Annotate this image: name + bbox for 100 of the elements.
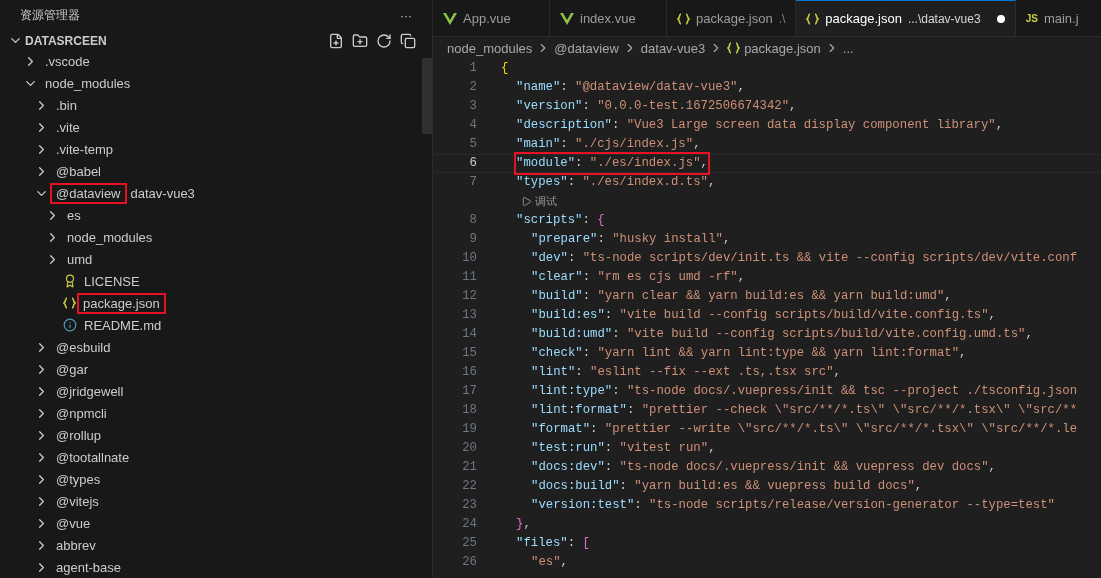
line-number: 21 <box>461 459 478 476</box>
folder-item[interactable]: @dataview datav-vue3 <box>0 182 432 204</box>
folder-item[interactable]: @vitejs <box>0 490 432 512</box>
js-label: JS <box>1025 13 1038 24</box>
code-line: "check": "yarn lint && yarn lint:type && yarn lint:format", <box>531 345 967 362</box>
item-label: node_modules <box>66 229 154 245</box>
folder-item[interactable]: @jridgewell <box>0 380 432 402</box>
vue-icon <box>560 12 574 25</box>
ribbon-icon <box>63 274 77 288</box>
code-line: "lint": "eslint --fix --ext .ts,.tsx src", <box>531 364 841 381</box>
line-number: 10 <box>461 250 478 267</box>
line-number: 20 <box>461 440 478 457</box>
line-number: 11 <box>461 269 478 286</box>
breadcrumb-item[interactable]: package.json <box>744 40 821 56</box>
folder-item[interactable]: @npmcli <box>0 402 432 424</box>
line-number: 16 <box>461 364 478 381</box>
folder-item[interactable]: umd <box>0 248 432 270</box>
new-folder-icon[interactable] <box>352 32 368 49</box>
folder-item[interactable]: @tootallnate <box>0 446 432 468</box>
line-number: 6 <box>468 155 478 172</box>
code-line: "es", <box>531 554 568 571</box>
item-label: .vscode <box>44 53 91 69</box>
vue-icon <box>443 12 457 25</box>
more-actions[interactable]: ··· <box>400 8 412 23</box>
item-label: package.json <box>80 295 163 311</box>
line-number: 17 <box>461 383 478 400</box>
codelens-link[interactable]: 调试 <box>521 192 557 211</box>
breadcrumb-item[interactable]: datav-vue3 <box>640 40 706 56</box>
folder-item[interactable]: @babel <box>0 160 432 182</box>
new-file-icon[interactable] <box>328 32 344 49</box>
refresh-icon[interactable] <box>376 32 392 49</box>
code-line: "types": "./es/index.d.ts", <box>516 174 716 191</box>
code-line: "module": "./es/index.js", <box>516 154 708 173</box>
line-number: 1 <box>468 60 478 77</box>
info-icon <box>63 318 77 332</box>
line-number: 25 <box>461 535 478 552</box>
item-label: @npmcli <box>55 405 108 421</box>
line-number: 9 <box>468 231 478 248</box>
line-number: 18 <box>461 402 478 419</box>
item-label: README.md <box>83 317 163 333</box>
file-item[interactable]: README.md <box>0 314 432 336</box>
item-label: @esbuild <box>55 339 112 355</box>
folder-item[interactable]: agent-base <box>0 556 432 578</box>
item-label: @types <box>55 471 102 487</box>
folder-item[interactable]: abbrev <box>0 534 432 556</box>
folder-item[interactable]: .vite-temp <box>0 138 432 160</box>
folder-item[interactable]: .bin <box>0 94 432 116</box>
file-item[interactable]: package.json <box>0 292 432 314</box>
line-number: 4 <box>468 117 478 134</box>
line-number: 7 <box>468 174 478 191</box>
item-label: LICENSE <box>83 273 141 289</box>
folder-item[interactable]: @esbuild <box>0 336 432 358</box>
breadcrumb-item[interactable]: ... <box>842 40 854 56</box>
editor-tab[interactable]: package.json ...\datav-vue3 <box>796 0 1016 36</box>
file-item[interactable]: LICENSE <box>0 270 432 292</box>
braces-icon <box>727 42 741 54</box>
folder-item[interactable]: node_modules <box>0 72 432 94</box>
code-line: "lint:type": "ts-node docs/.vuepress/init && tsc --project ./tsconfig.json <box>531 383 1078 400</box>
line-number: 24 <box>461 516 478 533</box>
code-line: "test:run": "vitest run", <box>531 440 716 457</box>
code-line: "version:test": "ts-node scripts/release/version-generator --type=test" <box>531 497 1055 514</box>
folder-item[interactable]: .vscode <box>0 50 432 72</box>
line-number: 26 <box>461 554 478 571</box>
item-label: @gar <box>55 361 89 377</box>
line-number: 19 <box>461 421 478 438</box>
line-number: 23 <box>461 497 478 514</box>
code-line: "clear": "rm es cjs umd -rf", <box>531 269 746 286</box>
braces-icon <box>677 12 690 25</box>
code-line: "main": "./cjs/index.js", <box>516 136 701 153</box>
folder-item[interactable]: @gar <box>0 358 432 380</box>
line-number: 13 <box>461 307 478 324</box>
folder-item[interactable]: node_modules <box>0 226 432 248</box>
folder-item[interactable]: @vue <box>0 512 432 534</box>
item-label: @rollup <box>55 427 102 443</box>
item-label: agent-base <box>55 559 123 575</box>
item-label: node_modules <box>44 75 132 91</box>
braces-icon <box>63 297 76 309</box>
section-title: DATASRCEEN <box>25 33 107 48</box>
code-line: "docs:dev": "ts-node docs/.vuepress/init && vuepress dev docs", <box>531 459 996 476</box>
line-number: 3 <box>468 98 478 115</box>
sidebar-title: 资源管理器 <box>20 7 80 24</box>
folder-item[interactable]: .vite <box>0 116 432 138</box>
breadcrumb-item[interactable]: @dataview <box>554 40 619 56</box>
braces-icon <box>806 12 820 25</box>
breadcrumb-item[interactable]: node_modules <box>447 40 533 56</box>
code-line: "dev": "ts-node scripts/dev/init.ts && vite --config scripts/dev/vite.conf <box>531 250 1078 267</box>
line-number: 2 <box>468 79 478 96</box>
code-line: "docs:build": "yarn build:es && vuepress build docs", <box>531 478 923 495</box>
item-label: @jridgewell <box>55 383 125 399</box>
code-line: "description": "Vue3 Large screen data display component library", <box>516 117 1004 134</box>
collapse-icon[interactable] <box>400 32 416 49</box>
folder-item[interactable]: @types <box>0 468 432 490</box>
item-label: @babel <box>55 163 102 179</box>
scrollbar[interactable] <box>422 58 432 134</box>
item-label: @tootallnate <box>55 449 131 465</box>
section-header[interactable]: DATASRCEEN <box>0 31 432 50</box>
folder-item[interactable]: es <box>0 204 432 226</box>
item-label: umd <box>66 251 94 267</box>
code-line: "build": "yarn clear && yarn build:es && yarn build:umd", <box>531 288 952 305</box>
folder-item[interactable]: @rollup <box>0 424 432 446</box>
